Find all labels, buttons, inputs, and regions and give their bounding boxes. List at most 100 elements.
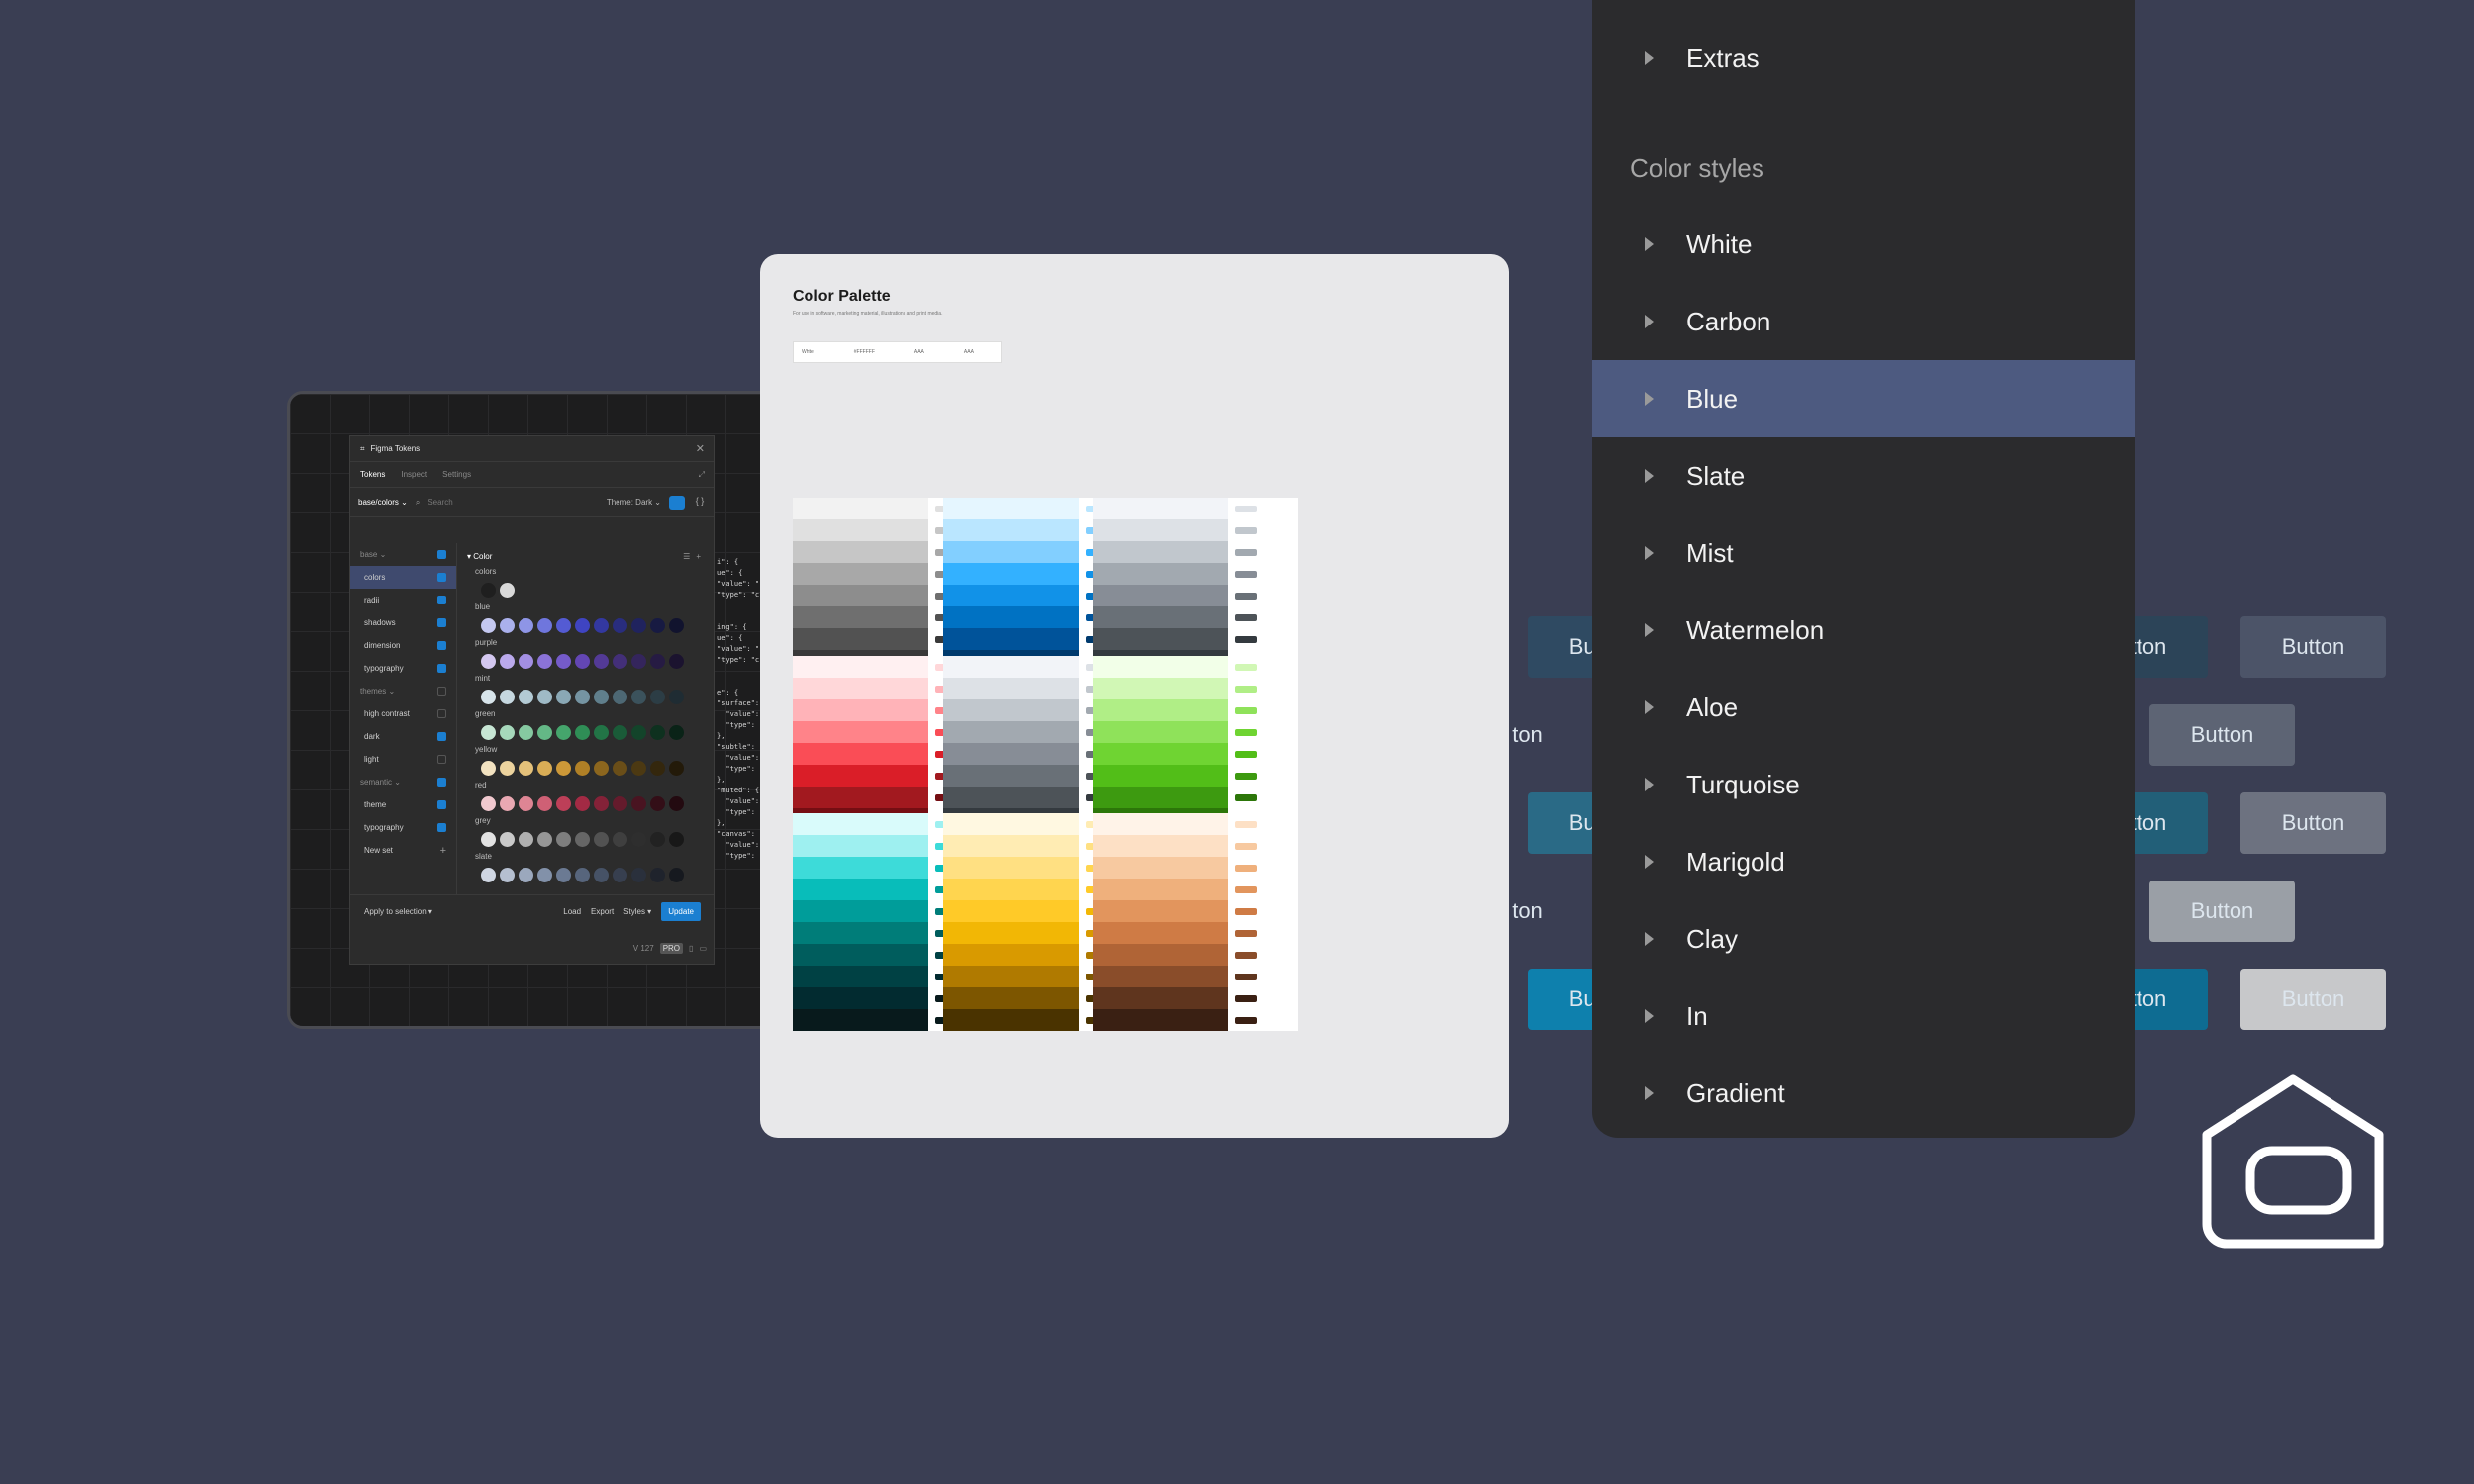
color-token-dot[interactable] <box>669 653 684 669</box>
color-token-dot[interactable] <box>537 831 552 847</box>
color-token-dot[interactable] <box>594 617 609 633</box>
set-checkbox[interactable] <box>437 778 446 787</box>
style-item-marigold[interactable]: Marigold <box>1592 823 2135 900</box>
token-set-11[interactable]: theme <box>350 793 456 816</box>
color-token-dot[interactable] <box>575 653 590 669</box>
set-checkbox[interactable] <box>437 618 446 627</box>
apply-to-selection-select[interactable]: Apply to selection ▾ <box>364 907 432 916</box>
color-token-dot[interactable] <box>650 831 665 847</box>
color-token-dot[interactable] <box>631 653 646 669</box>
color-token-dot[interactable] <box>556 653 571 669</box>
set-checkbox[interactable] <box>437 823 446 832</box>
color-token-dot[interactable] <box>650 653 665 669</box>
theme-select[interactable]: Theme: Dark ⌄ <box>607 498 661 507</box>
color-token-dot[interactable] <box>537 760 552 776</box>
color-token-dot[interactable] <box>500 689 515 704</box>
color-token-dot[interactable] <box>500 867 515 882</box>
color-token-dot[interactable] <box>631 831 646 847</box>
color-token-dot[interactable] <box>519 617 533 633</box>
color-token-dot[interactable] <box>519 760 533 776</box>
color-token-dot[interactable] <box>519 724 533 740</box>
color-token-dot[interactable] <box>669 831 684 847</box>
color-token-dot[interactable] <box>519 867 533 882</box>
set-checkbox[interactable] <box>437 800 446 809</box>
color-token-dot[interactable] <box>500 617 515 633</box>
color-token-dot[interactable] <box>594 760 609 776</box>
color-token-dot[interactable] <box>537 724 552 740</box>
color-token-dot[interactable] <box>481 831 496 847</box>
color-token-dot[interactable] <box>669 689 684 704</box>
token-set-6[interactable]: themes ⌄ <box>350 680 456 702</box>
color-token-dot[interactable] <box>575 760 590 776</box>
color-token-dot[interactable] <box>613 724 627 740</box>
docs-icon[interactable]: ▯ <box>689 944 693 953</box>
load-button[interactable]: Load <box>563 907 581 916</box>
color-token-dot[interactable] <box>575 689 590 704</box>
color-token-dot[interactable] <box>575 867 590 882</box>
color-token-dot[interactable] <box>650 795 665 811</box>
color-token-dot[interactable] <box>594 724 609 740</box>
set-checkbox[interactable] <box>437 641 446 650</box>
token-set-9[interactable]: light <box>350 748 456 771</box>
color-token-dot[interactable] <box>481 867 496 882</box>
button-4-4[interactable]: Button <box>2149 881 2295 942</box>
export-button[interactable]: Export <box>591 907 614 916</box>
color-token-dot[interactable] <box>631 760 646 776</box>
color-token-dot[interactable] <box>537 795 552 811</box>
color-token-dot[interactable] <box>500 760 515 776</box>
color-token-dot[interactable] <box>594 653 609 669</box>
token-set-8[interactable]: dark <box>350 725 456 748</box>
expand-icon[interactable]: ⤢ <box>699 470 705 480</box>
token-set-select[interactable]: base/colors ⌄ <box>358 498 408 507</box>
set-checkbox[interactable] <box>437 550 446 559</box>
token-set-4[interactable]: dimension <box>350 634 456 657</box>
color-token-dot[interactable] <box>481 617 496 633</box>
token-group-label[interactable]: slate <box>467 850 707 864</box>
color-token-dot[interactable] <box>669 795 684 811</box>
style-item-in[interactable]: In <box>1592 977 2135 1055</box>
color-token-dot[interactable] <box>556 617 571 633</box>
button-partial[interactable]: ton <box>1455 881 1600 942</box>
color-token-dot[interactable] <box>613 795 627 811</box>
style-item-turquoise[interactable]: Turquoise <box>1592 746 2135 823</box>
color-token-dot[interactable] <box>631 795 646 811</box>
token-set-2[interactable]: radii <box>350 589 456 611</box>
token-set-7[interactable]: high contrast <box>350 702 456 725</box>
color-token-dot[interactable] <box>481 689 496 704</box>
color-token-dot[interactable] <box>537 653 552 669</box>
color-token-dot[interactable] <box>537 867 552 882</box>
color-token-dot[interactable] <box>613 831 627 847</box>
style-item-carbon[interactable]: Carbon <box>1592 283 2135 360</box>
token-group-label[interactable]: colors <box>467 565 707 579</box>
color-token-dot[interactable] <box>556 867 571 882</box>
token-group-label[interactable]: yellow <box>467 743 707 757</box>
style-item-slate[interactable]: Slate <box>1592 437 2135 514</box>
style-item-blue[interactable]: Blue <box>1592 360 2135 437</box>
style-item-watermelon[interactable]: Watermelon <box>1592 592 2135 669</box>
token-set-12[interactable]: typography <box>350 816 456 839</box>
color-token-dot[interactable] <box>631 689 646 704</box>
color-token-dot[interactable] <box>650 760 665 776</box>
color-token-dot[interactable] <box>594 831 609 847</box>
json-view-icon[interactable]: { } <box>693 496 707 510</box>
token-set-3[interactable]: shadows <box>350 611 456 634</box>
color-token-dot[interactable] <box>537 689 552 704</box>
button-3-5[interactable]: Button <box>2240 792 2386 854</box>
button-2-4[interactable]: Button <box>2149 704 2295 766</box>
tab-inspect[interactable]: Inspect <box>401 470 427 479</box>
button-5-5[interactable]: Button <box>2240 969 2386 1030</box>
color-token-dot[interactable] <box>500 831 515 847</box>
color-token-dot[interactable] <box>631 617 646 633</box>
token-set-0[interactable]: base ⌄ <box>350 543 456 566</box>
list-view-icon[interactable] <box>669 495 685 510</box>
color-token-dot[interactable] <box>556 831 571 847</box>
color-token-dot[interactable] <box>556 795 571 811</box>
color-token-dot[interactable] <box>481 653 496 669</box>
token-group-label[interactable]: mint <box>467 672 707 686</box>
color-token-dot[interactable] <box>669 760 684 776</box>
color-token-dot[interactable] <box>575 617 590 633</box>
color-token-dot[interactable] <box>669 867 684 882</box>
tab-tokens[interactable]: Tokens <box>360 470 385 479</box>
search-input[interactable]: Search <box>428 498 452 507</box>
token-group-label[interactable]: blue <box>467 601 707 614</box>
